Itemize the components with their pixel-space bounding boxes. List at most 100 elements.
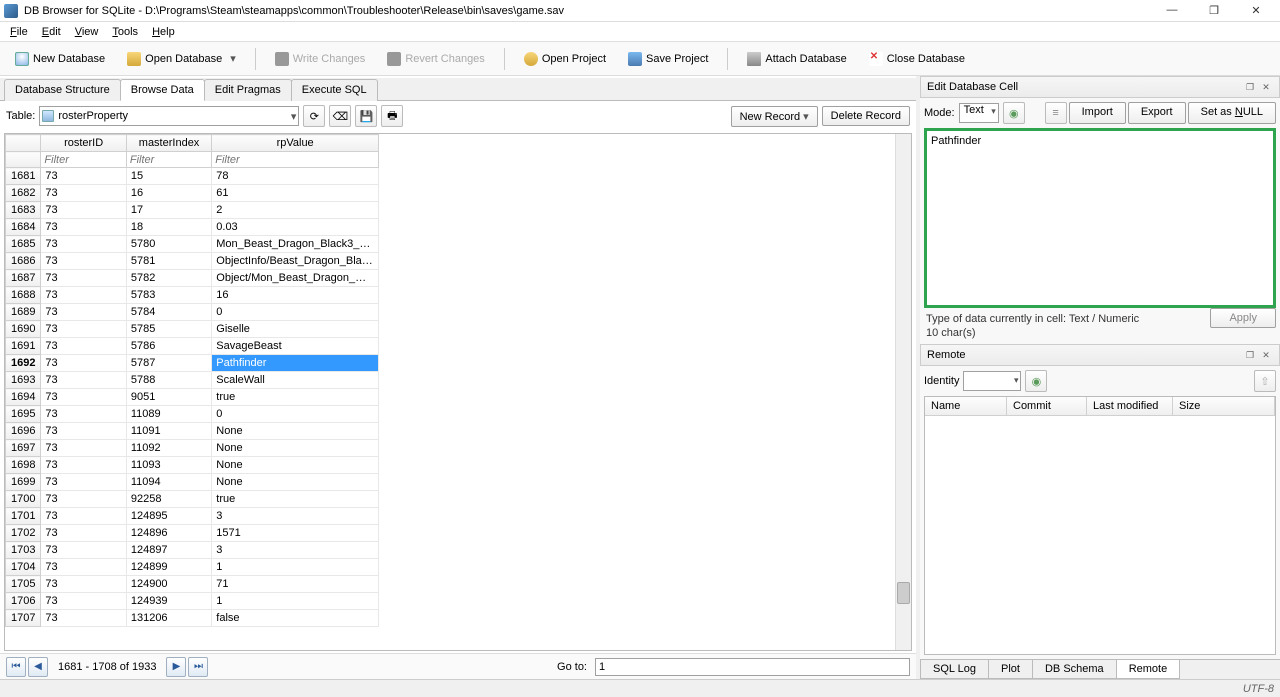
cell[interactable]: 5787 bbox=[126, 355, 211, 372]
table-row[interactable]: 1691735786SavageBeast bbox=[6, 338, 379, 355]
table-row[interactable]: 1690735785Giselle bbox=[6, 321, 379, 338]
table-row[interactable]: 1703731248973 bbox=[6, 542, 379, 559]
filter-rosterid[interactable] bbox=[41, 152, 125, 167]
table-row[interactable]: 1686735781ObjectInfo/Beast_Dragon_Bla… bbox=[6, 253, 379, 270]
cell[interactable]: ObjectInfo/Beast_Dragon_Bla… bbox=[212, 253, 379, 270]
cell[interactable]: 73 bbox=[41, 559, 126, 576]
cell[interactable]: 3 bbox=[212, 542, 379, 559]
export-button[interactable]: Export bbox=[1128, 102, 1186, 124]
table-row[interactable]: 1701731248953 bbox=[6, 508, 379, 525]
table-select[interactable]: rosterProperty ▾ bbox=[39, 106, 299, 126]
table-row[interactable]: 169573110890 bbox=[6, 406, 379, 423]
col-header-rpvalue[interactable]: rpValue bbox=[212, 135, 379, 152]
tab-db-schema[interactable]: DB Schema bbox=[1032, 660, 1117, 679]
row-number[interactable]: 1688 bbox=[6, 287, 41, 304]
menu-edit[interactable]: Edit bbox=[36, 24, 67, 40]
new-database-button[interactable]: New Database bbox=[6, 47, 114, 71]
nav-prev-button[interactable]: ◀ bbox=[28, 657, 48, 677]
cell[interactable]: 1571 bbox=[212, 525, 379, 542]
row-number[interactable]: 1692 bbox=[6, 355, 41, 372]
filter-masterindex[interactable] bbox=[127, 152, 211, 167]
cell[interactable]: 124939 bbox=[126, 593, 211, 610]
cell[interactable]: 5788 bbox=[126, 372, 211, 389]
remote-col-size[interactable]: Size bbox=[1173, 397, 1275, 415]
nav-first-button[interactable]: ⏮ bbox=[6, 657, 26, 677]
cell[interactable]: 5784 bbox=[126, 304, 211, 321]
table-row[interactable]: 1706731249391 bbox=[6, 593, 379, 610]
panel-float-icon[interactable]: ❐ bbox=[1243, 348, 1257, 362]
cell[interactable]: 73 bbox=[41, 389, 126, 406]
table-row[interactable]: 168873578316 bbox=[6, 287, 379, 304]
cell[interactable]: 73 bbox=[41, 287, 126, 304]
cell[interactable]: 73 bbox=[41, 593, 126, 610]
row-number[interactable]: 1701 bbox=[6, 508, 41, 525]
cell[interactable]: 0 bbox=[212, 406, 379, 423]
set-null-button[interactable]: Set as NULL bbox=[1188, 102, 1276, 124]
row-number[interactable]: 1706 bbox=[6, 593, 41, 610]
table-row[interactable]: 168373172 bbox=[6, 202, 379, 219]
cell[interactable]: None bbox=[212, 440, 379, 457]
tab-structure[interactable]: Database Structure bbox=[4, 79, 121, 101]
remote-col-modified[interactable]: Last modified bbox=[1087, 397, 1173, 415]
cell[interactable]: 73 bbox=[41, 253, 126, 270]
tab-plot[interactable]: Plot bbox=[988, 660, 1033, 679]
menu-help[interactable]: Help bbox=[146, 24, 181, 40]
cell[interactable]: None bbox=[212, 457, 379, 474]
vertical-scrollbar[interactable] bbox=[895, 134, 911, 650]
cell[interactable]: 9051 bbox=[126, 389, 211, 406]
table-row[interactable]: 168473180.03 bbox=[6, 219, 379, 236]
cell[interactable]: 5780 bbox=[126, 236, 211, 253]
table-row[interactable]: 1704731248991 bbox=[6, 559, 379, 576]
table-row[interactable]: 16967311091None bbox=[6, 423, 379, 440]
row-number[interactable]: 1697 bbox=[6, 440, 41, 457]
cell[interactable]: 124899 bbox=[126, 559, 211, 576]
table-row[interactable]: 170773131206false bbox=[6, 610, 379, 627]
row-number[interactable]: 1691 bbox=[6, 338, 41, 355]
import-button[interactable]: Import bbox=[1069, 102, 1126, 124]
cell[interactable]: 71 bbox=[212, 576, 379, 593]
cell[interactable]: 73 bbox=[41, 185, 126, 202]
table-row[interactable]: 16977311092None bbox=[6, 440, 379, 457]
cell[interactable]: 5786 bbox=[126, 338, 211, 355]
menu-file[interactable]: File bbox=[4, 24, 34, 40]
cell[interactable]: 73 bbox=[41, 491, 126, 508]
cell[interactable]: 73 bbox=[41, 202, 126, 219]
row-number[interactable]: 1684 bbox=[6, 219, 41, 236]
panel-close-icon[interactable]: ✕ bbox=[1259, 80, 1273, 94]
cell[interactable]: 11092 bbox=[126, 440, 211, 457]
row-number[interactable]: 1682 bbox=[6, 185, 41, 202]
cell[interactable]: 73 bbox=[41, 355, 126, 372]
cell[interactable]: 78 bbox=[212, 168, 379, 185]
cell[interactable]: 16 bbox=[212, 287, 379, 304]
row-number[interactable]: 1704 bbox=[6, 559, 41, 576]
cell[interactable]: 5783 bbox=[126, 287, 211, 304]
cell[interactable]: Giselle bbox=[212, 321, 379, 338]
cell[interactable]: 73 bbox=[41, 440, 126, 457]
save-project-button[interactable]: Save Project bbox=[619, 47, 717, 71]
cell[interactable]: 61 bbox=[212, 185, 379, 202]
new-record-button[interactable]: New Record▾ bbox=[731, 106, 818, 127]
apply-button[interactable]: Apply bbox=[1210, 308, 1276, 328]
row-number[interactable]: 1686 bbox=[6, 253, 41, 270]
cell[interactable]: 73 bbox=[41, 474, 126, 491]
cell[interactable]: 73 bbox=[41, 457, 126, 474]
cell[interactable]: ScaleWall bbox=[212, 372, 379, 389]
cell[interactable]: true bbox=[212, 389, 379, 406]
row-number[interactable]: 1690 bbox=[6, 321, 41, 338]
mode-format-button[interactable]: ◉ bbox=[1003, 102, 1025, 124]
open-project-button[interactable]: Open Project bbox=[515, 47, 615, 71]
maximize-button[interactable]: ❐ bbox=[1202, 4, 1226, 17]
cell[interactable]: 73 bbox=[41, 610, 126, 627]
table-row[interactable]: 16997311094None bbox=[6, 474, 379, 491]
save-view-button[interactable]: 💾 bbox=[355, 105, 377, 127]
cell[interactable]: 73 bbox=[41, 304, 126, 321]
scrollbar-thumb[interactable] bbox=[897, 582, 910, 604]
cell[interactable]: 124896 bbox=[126, 525, 211, 542]
cell[interactable]: 5785 bbox=[126, 321, 211, 338]
row-number[interactable]: 1693 bbox=[6, 372, 41, 389]
goto-input[interactable] bbox=[595, 658, 910, 676]
cell[interactable]: 73 bbox=[41, 576, 126, 593]
table-row[interactable]: 17057312490071 bbox=[6, 576, 379, 593]
nav-last-button[interactable]: ⏭ bbox=[188, 657, 208, 677]
table-row[interactable]: 1693735788ScaleWall bbox=[6, 372, 379, 389]
